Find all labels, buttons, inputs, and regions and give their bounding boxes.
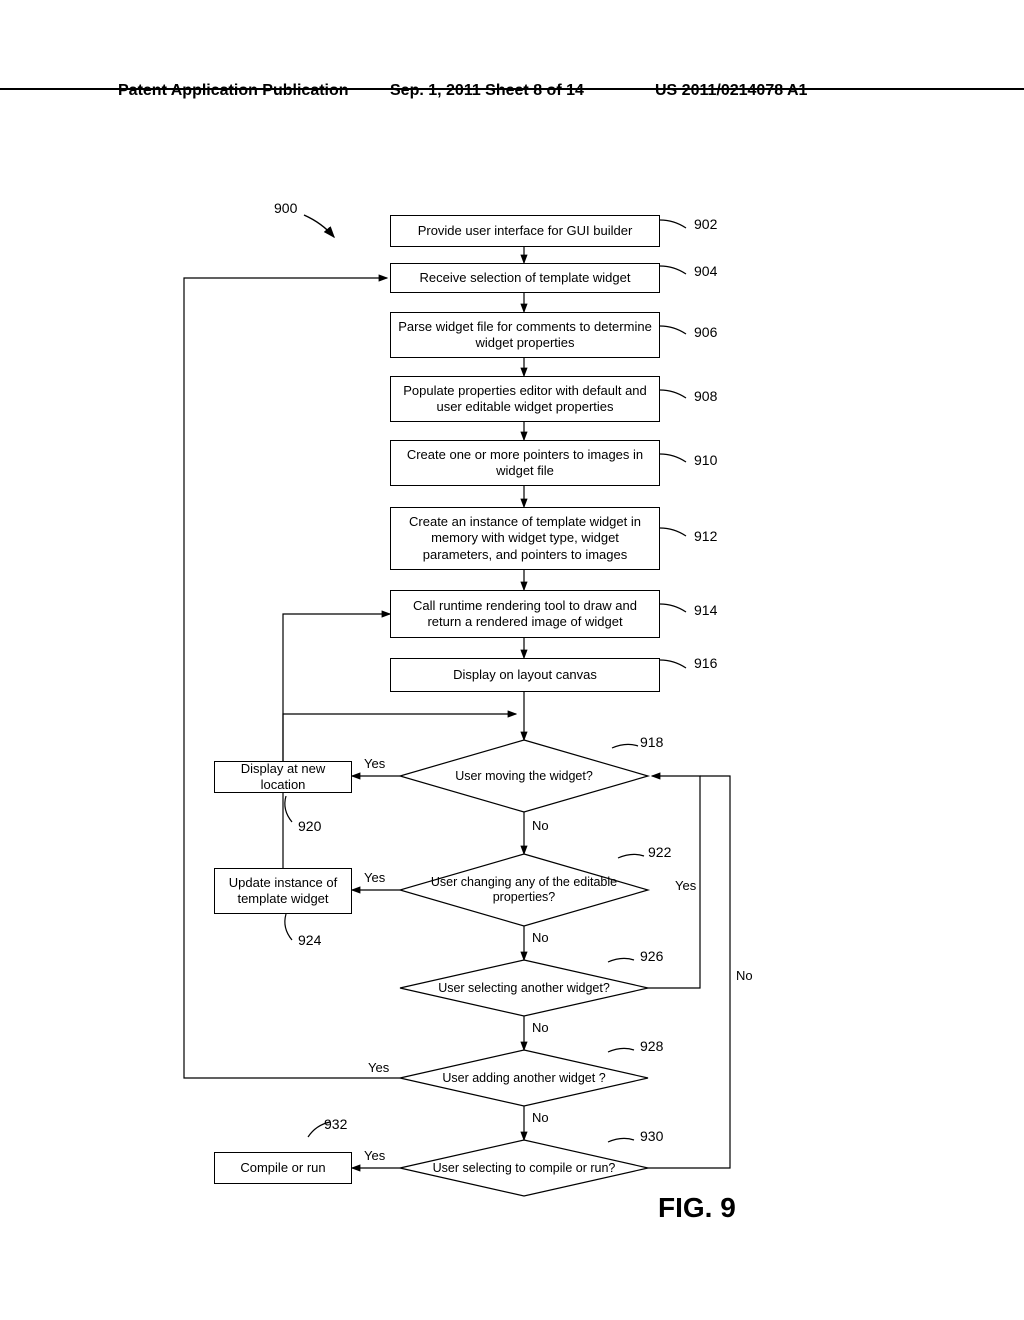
diamond-918: User moving the widget? [400,740,648,812]
label-922-no: No [532,930,549,945]
diamond-922: User changing any of the editable proper… [400,854,648,926]
ref-920: 920 [298,818,321,834]
diamond-928: User adding another widget ? [400,1050,648,1106]
ref-932: 932 [324,1116,347,1132]
box-916: Display on layout canvas [390,658,660,692]
box-914: Call runtime rendering tool to draw and … [390,590,660,638]
box-906: Parse widget file for comments to determ… [390,312,660,358]
box-924: Update instance of template widget [214,868,352,914]
ref-924: 924 [298,932,321,948]
label-926-no: No [532,1020,549,1035]
ref-930: 930 [640,1128,663,1144]
ref-922: 922 [648,844,671,860]
ref-914: 914 [694,602,717,618]
ref-926: 926 [640,948,663,964]
ref-900: 900 [274,200,297,216]
diamond-930: User selecting to compile or run? [400,1140,648,1196]
label-918-yes: Yes [364,756,385,771]
label-930-yes: Yes [364,1148,385,1163]
ref-902: 902 [694,216,717,232]
label-922-yes: Yes [364,870,385,885]
box-910: Create one or more pointers to images in… [390,440,660,486]
diamond-918-text: User moving the widget? [400,740,648,812]
label-918-no: No [532,818,549,833]
diamond-926: User selecting another widget? [400,960,648,1016]
diamond-928-text: User adding another widget ? [400,1050,648,1106]
box-902: Provide user interface for GUI builder [390,215,660,247]
label-928-yes: Yes [368,1060,389,1075]
diamond-930-text: User selecting to compile or run? [400,1140,648,1196]
ref-906: 906 [694,324,717,340]
diamond-926-text: User selecting another widget? [400,960,648,1016]
box-920: Display at new location [214,761,352,793]
box-912: Create an instance of template widget in… [390,507,660,570]
label-930-no: No [736,968,753,983]
ref-928: 928 [640,1038,663,1054]
box-932: Compile or run [214,1152,352,1184]
ref-916: 916 [694,655,717,671]
label-926-yes: Yes [675,878,696,893]
label-928-no: No [532,1110,549,1125]
figure-label: FIG. 9 [658,1192,736,1224]
ref-918: 918 [640,734,663,750]
ref-912: 912 [694,528,717,544]
box-904: Receive selection of template widget [390,263,660,293]
ref-910: 910 [694,452,717,468]
ref-908: 908 [694,388,717,404]
box-908: Populate properties editor with default … [390,376,660,422]
ref-904: 904 [694,263,717,279]
diamond-922-text: User changing any of the editable proper… [400,854,648,926]
